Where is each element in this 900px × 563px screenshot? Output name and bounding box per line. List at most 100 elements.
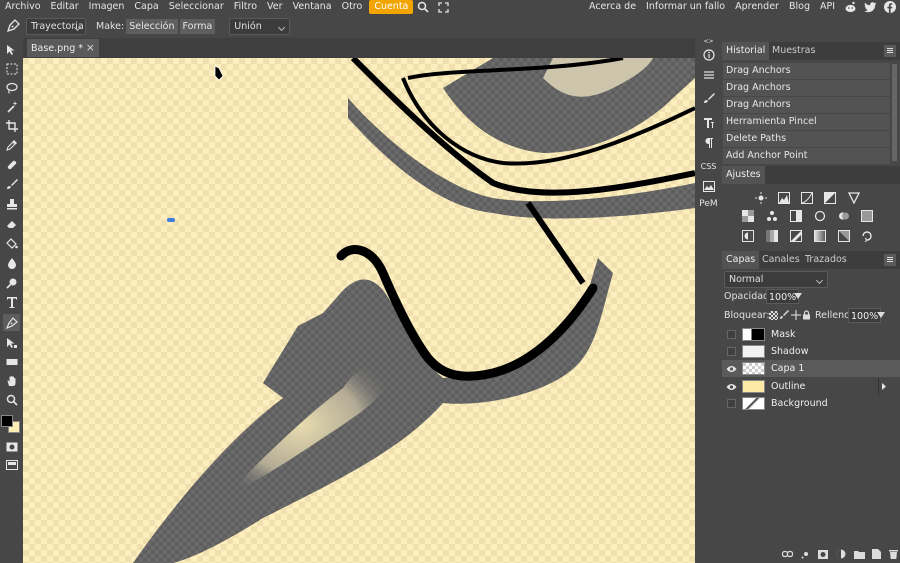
path-mode-select[interactable]: Trayectoria <box>26 17 86 35</box>
brush-settings-icon[interactable] <box>698 89 719 107</box>
lasso-tool-icon[interactable] <box>3 79 20 96</box>
menu-capa[interactable]: Capa <box>129 0 163 14</box>
image-panel-icon[interactable] <box>698 177 719 195</box>
new-layer-icon[interactable] <box>872 549 882 559</box>
link-acerca-de[interactable]: Acerca de <box>584 0 641 14</box>
dodge-tool-icon[interactable] <box>3 274 20 291</box>
tab-trazados[interactable]: Trazados <box>801 251 851 269</box>
layer-row-capa-1[interactable]: Capa 1 <box>722 360 900 377</box>
screen-mode-icon[interactable] <box>3 456 20 473</box>
menu-ventana[interactable]: Ventana <box>288 0 337 14</box>
history-scrollbar[interactable] <box>892 64 897 161</box>
color-swatches[interactable] <box>0 412 23 434</box>
layer-visibility-toggle[interactable] <box>727 347 736 356</box>
color-balance-adjust-icon[interactable] <box>765 209 779 223</box>
paint-bucket-tool-icon[interactable] <box>3 234 20 251</box>
magic-wand-tool-icon[interactable] <box>3 98 20 115</box>
add-mask-icon[interactable] <box>818 549 829 559</box>
layers-panel-menu-icon[interactable] <box>884 254 896 266</box>
layer-expand-icon[interactable] <box>878 378 887 395</box>
combine-mode-select[interactable]: Unión <box>229 17 291 35</box>
menu-ver[interactable]: Ver <box>262 0 288 14</box>
delete-layer-icon[interactable] <box>888 549 898 559</box>
curves-adjust-icon[interactable] <box>800 191 814 205</box>
layer-row-outline[interactable]: Outline <box>722 378 900 395</box>
lock-all-icon[interactable] <box>802 310 811 323</box>
menu-archivo[interactable]: Archivo <box>0 0 46 14</box>
lock-position-icon[interactable] <box>791 310 801 323</box>
hand-tool-icon[interactable] <box>3 372 20 389</box>
replace-color-adjust-icon[interactable] <box>860 229 874 243</box>
link-api[interactable]: API <box>815 0 840 14</box>
tab-muestras[interactable]: Muestras <box>768 42 819 60</box>
link-aprender[interactable]: Aprender <box>730 0 784 14</box>
tab-canales[interactable]: Canales <box>758 251 804 269</box>
reddit-icon[interactable] <box>843 0 857 14</box>
twitter-icon[interactable] <box>863 0 877 14</box>
history-item[interactable]: Herramienta Pincel <box>723 114 890 130</box>
character-icon[interactable] <box>698 114 719 132</box>
vibrance-adjust-icon[interactable] <box>847 191 861 205</box>
invert-adjust-icon[interactable] <box>741 229 755 243</box>
layer-effects-icon[interactable] <box>801 549 811 559</box>
foreground-color-swatch[interactable] <box>1 415 13 427</box>
clone-stamp-tool-icon[interactable] <box>3 195 20 212</box>
tab-ajustes[interactable]: Ajustes <box>722 166 765 184</box>
quick-mask-icon[interactable] <box>3 438 20 455</box>
zoom-tool-icon[interactable] <box>3 391 20 408</box>
history-item[interactable]: Add Anchor Point <box>723 148 890 164</box>
path-select-tool-icon[interactable] <box>3 334 20 351</box>
threshold-adjust-icon[interactable] <box>789 229 803 243</box>
black-white-adjust-icon[interactable] <box>789 209 803 223</box>
blur-tool-icon[interactable] <box>3 254 20 271</box>
menu-otro[interactable]: Otro <box>337 0 368 14</box>
canvas-area[interactable] <box>23 58 695 563</box>
pen-tool-active-icon[interactable] <box>3 314 20 331</box>
pem-panel-icon[interactable]: PeM <box>698 195 719 213</box>
fullscreen-icon[interactable] <box>436 0 450 14</box>
channel-mixer-adjust-icon[interactable] <box>837 209 851 223</box>
fill-dropdown-icon[interactable] <box>877 312 885 318</box>
history-panel-menu-icon[interactable] <box>884 45 896 57</box>
close-tab-icon[interactable]: × <box>86 41 95 54</box>
posterize-adjust-icon[interactable] <box>765 229 779 243</box>
layer-row-background[interactable]: Background <box>722 395 900 412</box>
link-informar-fallo[interactable]: Informar un fallo <box>641 0 730 14</box>
layer-visibility-toggle[interactable] <box>727 399 736 408</box>
hue-saturation-adjust-icon[interactable] <box>741 209 755 223</box>
opacity-dropdown-icon[interactable] <box>794 293 802 299</box>
link-layers-icon[interactable] <box>782 550 793 558</box>
eye-icon[interactable] <box>726 364 737 373</box>
make-selection-button[interactable]: Selección <box>126 18 178 34</box>
info-icon[interactable] <box>698 46 719 64</box>
crop-tool-icon[interactable] <box>3 117 20 134</box>
levels-adjust-icon[interactable] <box>777 191 791 205</box>
link-blog[interactable]: Blog <box>784 0 815 14</box>
shape-tool-icon[interactable] <box>3 353 20 370</box>
paragraph-icon[interactable] <box>698 134 719 152</box>
facebook-icon[interactable] <box>883 0 897 14</box>
healing-brush-tool-icon[interactable] <box>3 156 20 173</box>
collapse-arrows-icon[interactable]: <> <box>698 38 719 45</box>
eye-icon[interactable] <box>726 382 737 391</box>
adjustment-layer-icon[interactable] <box>836 549 846 559</box>
menu-seleccionar[interactable]: Seleccionar <box>164 0 229 14</box>
menu-filtro[interactable]: Filtro <box>229 0 262 14</box>
brightness-adjust-icon[interactable] <box>754 191 768 205</box>
photo-filter-adjust-icon[interactable] <box>813 209 827 223</box>
make-shape-button[interactable]: Forma <box>179 18 216 34</box>
layer-visibility-toggle[interactable] <box>727 330 736 339</box>
type-tool-icon[interactable] <box>3 294 20 311</box>
move-tool-icon[interactable] <box>3 41 20 58</box>
blend-mode-select[interactable]: Normal <box>724 271 828 288</box>
search-icon[interactable] <box>416 0 430 14</box>
history-item[interactable]: Drag Anchors <box>723 97 890 113</box>
new-group-icon[interactable] <box>853 550 865 559</box>
eyedropper-tool-icon[interactable] <box>3 136 20 153</box>
document-tab[interactable]: Base.png * × <box>27 39 99 57</box>
color-lookup-adjust-icon[interactable] <box>860 209 874 223</box>
gradient-map-adjust-icon[interactable] <box>813 229 827 243</box>
path-anchor-point[interactable] <box>167 218 175 222</box>
menu-editar[interactable]: Editar <box>46 0 84 14</box>
css-panel-icon[interactable]: CSS <box>698 157 719 175</box>
